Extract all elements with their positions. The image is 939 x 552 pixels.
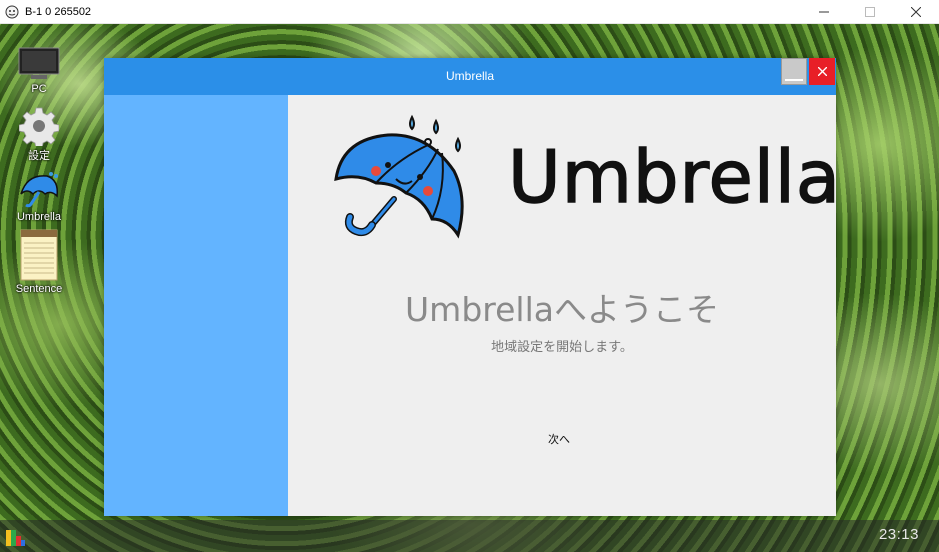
host-window-controls (801, 0, 939, 24)
notepad-icon (20, 229, 58, 281)
next-button[interactable]: 次へ (524, 429, 594, 449)
desktop-icon-umbrella[interactable]: Umbrella (9, 170, 69, 223)
welcome-panel: Umbrella Umbrellaへようこそ 地域設定を開始します。 次へ (288, 95, 841, 516)
desktop-icon-pc[interactable]: PC (9, 46, 69, 95)
desktop-icon-label: PC (31, 83, 47, 95)
window-title: Umbrella (445, 69, 494, 83)
minimize-icon (819, 11, 829, 13)
desktop-icon-label: Sentence (15, 283, 63, 295)
monitor-icon (18, 47, 60, 79)
host-titlebar: B-1 0 265502 (0, 0, 939, 24)
maximize-button[interactable] (847, 0, 893, 24)
umbrella-logo-icon (334, 114, 464, 239)
app-close-button[interactable] (809, 58, 835, 85)
host-window-title: B-1 0 265502 (25, 5, 92, 18)
desktop-icon-label: 設定 (28, 150, 50, 162)
umbrella-wordmark: Umbrella (507, 135, 841, 219)
app-icon (5, 5, 19, 18)
desktop: PC 設定 Umbrella Sentence Umbrella Umbrell… (0, 24, 939, 552)
welcome-heading: Umbrellaへようこそ (405, 290, 719, 329)
desktop-icon-settings[interactable]: 設定 (9, 106, 69, 163)
umbrella-titlebar[interactable]: Umbrella (104, 58, 836, 95)
taskbar-clock: 23:13 (878, 526, 919, 543)
close-icon (817, 67, 827, 76)
umbrella-window: Umbrella Umbrella Umbrellaへようこそ 地域設定を開始し… (104, 58, 841, 516)
app-sidebar (104, 95, 288, 516)
welcome-subtitle: 地域設定を開始します。 (491, 340, 633, 355)
desktop-icon-sentence[interactable]: Sentence (9, 228, 69, 295)
maximize-icon (865, 7, 875, 17)
start-icon[interactable] (4, 526, 26, 548)
taskbar: 23:13 (0, 520, 939, 552)
app-minimize-button[interactable] (781, 58, 807, 85)
close-icon (911, 7, 921, 17)
close-button[interactable] (893, 0, 939, 24)
umbrella-icon (20, 172, 59, 208)
gear-icon (19, 107, 59, 146)
desktop-icon-label: Umbrella (16, 211, 61, 223)
minimize-button[interactable] (801, 0, 847, 24)
